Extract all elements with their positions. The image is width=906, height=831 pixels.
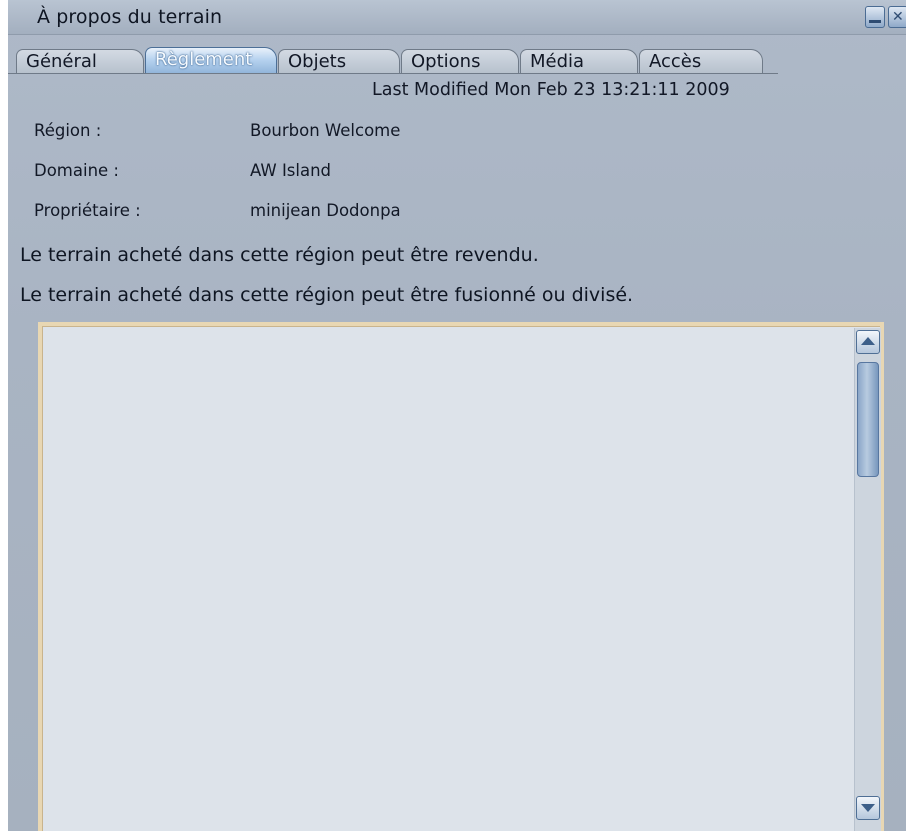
about-land-window: À propos du terrain ✕ Général Règlement …: [8, 0, 906, 831]
close-button[interactable]: ✕: [888, 6, 906, 28]
close-icon: ✕: [892, 9, 904, 25]
arrow-down-icon: [861, 804, 875, 812]
minimize-icon: [869, 20, 881, 23]
owner-label: Propriétaire :: [34, 201, 141, 220]
tab-reglement[interactable]: Règlement: [145, 47, 277, 74]
subdivide-statement: Le terrain acheté dans cette région peut…: [20, 284, 634, 306]
tab-acces[interactable]: Accès: [639, 49, 763, 73]
scroll-up-button[interactable]: [856, 330, 880, 354]
tab-bar: Général Règlement Objets Options Média A…: [8, 36, 906, 74]
tab-media[interactable]: Média: [520, 49, 638, 73]
covenant-textbox[interactable]: [38, 322, 884, 831]
domain-label: Domaine :: [34, 161, 119, 180]
scroll-down-button[interactable]: [856, 796, 880, 820]
tab-general[interactable]: Général: [16, 49, 144, 73]
tab-objets[interactable]: Objets: [278, 49, 400, 73]
region-value: Bourbon Welcome: [250, 121, 401, 140]
owner-value: minijean Dodonpa: [250, 201, 401, 220]
covenant-scrollbar[interactable]: [854, 328, 881, 831]
region-label: Région :: [34, 121, 102, 140]
domain-value: AW Island: [250, 161, 332, 180]
minimize-button[interactable]: [865, 6, 885, 28]
resale-statement: Le terrain acheté dans cette région peut…: [20, 244, 539, 266]
tab-divider: [8, 73, 778, 74]
window-title: À propos du terrain: [37, 6, 223, 28]
title-bar[interactable]: À propos du terrain ✕: [8, 0, 906, 35]
tab-options[interactable]: Options: [401, 49, 519, 73]
scroll-thumb[interactable]: [857, 362, 879, 477]
last-modified-text: Last Modified Mon Feb 23 13:21:11 2009: [372, 80, 730, 100]
arrow-up-icon: [861, 337, 875, 345]
